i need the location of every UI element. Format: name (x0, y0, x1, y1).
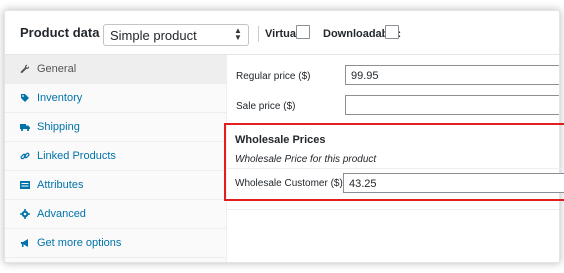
section-divider-bottom (227, 209, 559, 210)
gear-icon (20, 209, 30, 219)
sale-price-input[interactable] (345, 95, 559, 115)
list-icon (20, 180, 30, 190)
product-data-title: Product data — (20, 25, 117, 40)
product-data-tabs: General Inventory Shipping Linked Produc… (5, 55, 227, 262)
tab-get-more-options[interactable]: Get more options (5, 229, 227, 258)
wholesale-divider (226, 168, 564, 169)
product-type-value: Simple product (110, 28, 197, 43)
header-divider (258, 26, 259, 42)
megaphone-icon (20, 238, 30, 248)
wrench-icon (20, 64, 30, 74)
sale-price-row: Sale price ($) (227, 95, 559, 121)
wholesale-subtitle: Wholesale Price for this product (235, 154, 377, 165)
tab-shipping[interactable]: Shipping (5, 113, 227, 142)
tab-advanced-label: Advanced (37, 208, 86, 220)
tab-get-more-options-label: Get more options (37, 237, 122, 249)
wholesale-prices-section: Wholesale Prices Wholesale Price for thi… (224, 123, 564, 201)
sale-price-label: Sale price ($) (236, 101, 296, 112)
tab-general-label: General (37, 63, 77, 75)
tag-icon (20, 93, 30, 103)
tab-inventory[interactable]: Inventory (5, 84, 227, 113)
wholesale-customer-input[interactable]: 43.25 (343, 173, 564, 193)
select-arrows-icon: ▲ ▼ (234, 26, 242, 42)
truck-icon (20, 122, 30, 132)
regular-price-row: Regular price ($) 99.95 (227, 65, 559, 91)
product-type-select[interactable]: Simple product ▲ ▼ (103, 24, 249, 46)
product-data-header: Product data — Simple product ▲ ▼ Virtual… (5, 11, 559, 55)
wholesale-title: Wholesale Prices (235, 134, 326, 146)
tab-attributes-label: Attributes (37, 179, 84, 191)
regular-price-input[interactable]: 99.95 (345, 65, 559, 85)
downloadable-checkbox[interactable] (385, 25, 399, 39)
wholesale-customer-label: Wholesale Customer ($) (235, 178, 343, 189)
link-icon (20, 151, 30, 161)
tab-advanced[interactable]: Advanced (5, 200, 227, 229)
tab-linked-products[interactable]: Linked Products (5, 142, 227, 171)
tab-inventory-label: Inventory (37, 92, 83, 104)
tab-linked-products-label: Linked Products (37, 150, 116, 162)
regular-price-label: Regular price ($) (236, 71, 311, 82)
virtual-checkbox[interactable] (296, 25, 310, 39)
tab-attributes[interactable]: Attributes (5, 171, 227, 200)
tab-shipping-label: Shipping (37, 121, 80, 133)
tab-general[interactable]: General (5, 55, 227, 84)
